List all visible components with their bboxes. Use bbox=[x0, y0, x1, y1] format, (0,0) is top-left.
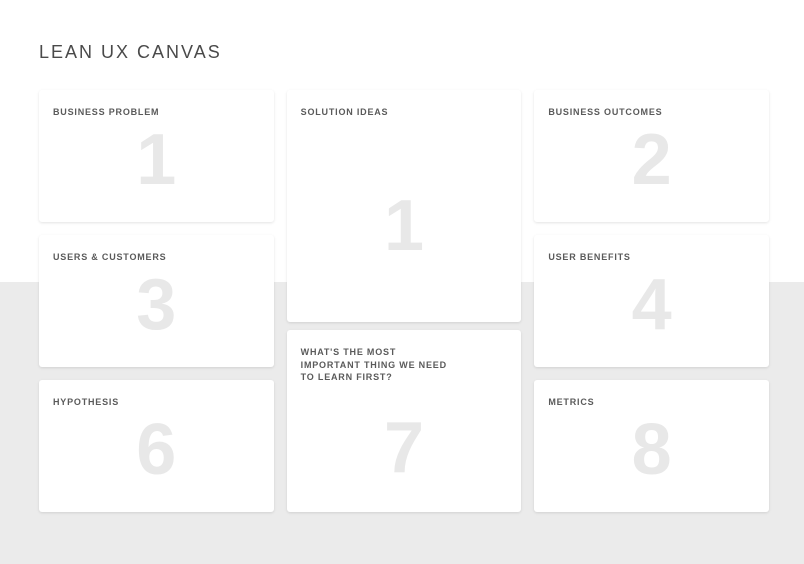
canvas-title: LEAN UX CANVAS bbox=[39, 42, 222, 63]
card-number: 1 bbox=[136, 124, 176, 196]
card-number: 6 bbox=[136, 414, 176, 486]
card-business-problem: BUSINESS PROBLEM 1 bbox=[39, 90, 274, 222]
card-label: BUSINESS OUTCOMES bbox=[548, 106, 698, 119]
card-user-benefits: USER BENEFITS 4 bbox=[534, 235, 769, 367]
card-number: 4 bbox=[632, 269, 672, 341]
card-label: SOLUTION IDEAS bbox=[301, 106, 451, 119]
canvas-grid: BUSINESS PROBLEM 1 SOLUTION IDEAS 1 BUSI… bbox=[39, 90, 769, 512]
card-label: USER BENEFITS bbox=[548, 251, 698, 264]
card-label: BUSINESS PROBLEM bbox=[53, 106, 203, 119]
card-business-outcomes: BUSINESS OUTCOMES 2 bbox=[534, 90, 769, 222]
card-number: 7 bbox=[384, 412, 424, 484]
card-label: HYPOTHESIS bbox=[53, 396, 203, 409]
card-metrics: METRICS 8 bbox=[534, 380, 769, 512]
card-number: 1 bbox=[384, 190, 424, 262]
card-number: 2 bbox=[632, 124, 672, 196]
card-solution-ideas: SOLUTION IDEAS 1 bbox=[287, 90, 522, 322]
card-hypothesis: HYPOTHESIS 6 bbox=[39, 380, 274, 512]
card-learn-first: WHAT'S THE MOST IMPORTANT THING WE NEED … bbox=[287, 330, 522, 512]
card-number: 3 bbox=[136, 269, 176, 341]
card-number: 8 bbox=[632, 414, 672, 486]
card-label: WHAT'S THE MOST IMPORTANT THING WE NEED … bbox=[301, 346, 451, 384]
card-users-customers: USERS & CUSTOMERS 3 bbox=[39, 235, 274, 367]
card-label: USERS & CUSTOMERS bbox=[53, 251, 203, 264]
card-label: METRICS bbox=[548, 396, 698, 409]
